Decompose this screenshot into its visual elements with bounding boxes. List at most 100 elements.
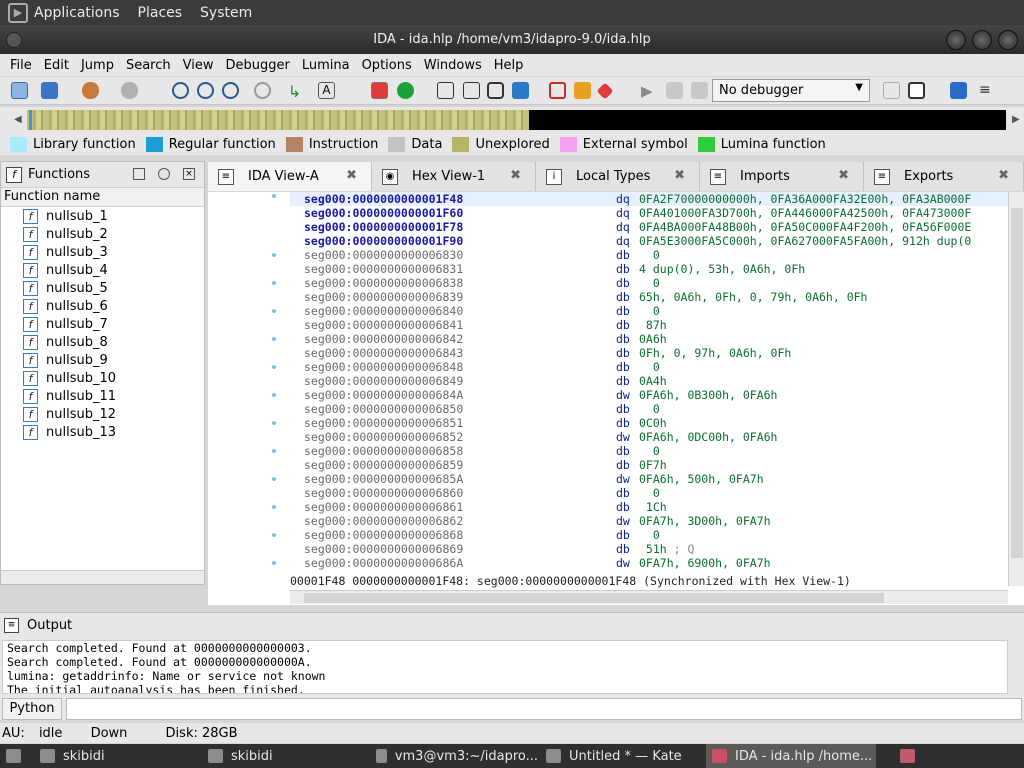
taskbar-item[interactable]: skibidi [202, 744, 362, 768]
function-list-item[interactable]: f nullsub_12 [23, 405, 204, 423]
avatar[interactable] [894, 744, 924, 768]
disassembly-vscroll[interactable] [1008, 192, 1024, 586]
stop-debug-icon[interactable] [691, 82, 708, 99]
disassembly-line[interactable]: seg000:0000000000006851 db 0C0h [290, 416, 1010, 430]
disassembly-line[interactable]: seg000:0000000000006852 dw 0FA6h, 0DC00h, … [290, 430, 1010, 444]
menu-view[interactable]: View [177, 58, 220, 73]
close-panel-icon[interactable]: × [183, 168, 195, 180]
disassembly-line[interactable]: seg000:0000000000006842 db 0A6h [290, 332, 1010, 346]
taskbar-item-active[interactable]: IDA - ida.hlp /home... [706, 744, 876, 768]
scroll-thumb[interactable] [1011, 208, 1023, 558]
code-icon[interactable] [222, 82, 239, 99]
navigation-strip[interactable] [27, 110, 1006, 130]
ascii-icon[interactable] [197, 82, 214, 99]
nav-right-icon[interactable]: ▶ [1012, 114, 1020, 125]
menu-help[interactable]: Help [488, 58, 530, 73]
tab-imports[interactable]: ≡ Imports ✖ [700, 162, 864, 191]
disassembly-line[interactable]: seg000:0000000000006839 db 65h, 0A6h, 0Fh,… [290, 290, 1010, 304]
patch-icon[interactable] [512, 82, 529, 99]
disassembly-line[interactable]: seg000:0000000000006843 db 0Fh, 0, 97h, 0A… [290, 346, 1010, 360]
text-icon[interactable]: A [318, 82, 335, 99]
pause-icon[interactable] [666, 82, 683, 99]
function-name-header[interactable]: Function name [1, 188, 204, 207]
disassembly-line[interactable]: seg000:000000000000685A dw 0FA6h, 500h, 0F… [290, 472, 1010, 486]
disassembly-line[interactable]: seg000:0000000000006860 db 0 [290, 486, 1010, 500]
disassembly-line[interactable]: seg000:0000000000006838 db 0 [290, 276, 1010, 290]
maximize-icon[interactable] [972, 30, 992, 50]
jump-arrow-icon[interactable]: ↳ [286, 82, 303, 101]
minimize-icon[interactable] [946, 30, 966, 50]
function-list-item[interactable]: f nullsub_9 [23, 351, 204, 369]
function-list-item[interactable]: f nullsub_1 [23, 207, 204, 225]
disassembly-line[interactable]: seg000:0000000000006830 db 0 [290, 248, 1010, 262]
undefine-icon[interactable] [254, 82, 271, 99]
proximity-icon[interactable] [397, 82, 414, 99]
disassembly-line[interactable]: seg000:0000000000006840 db 0 [290, 304, 1010, 318]
python-input[interactable] [66, 698, 1022, 720]
disassembly-line[interactable]: seg000:0000000000006831 db 4 dup(0), 53h, … [290, 262, 1010, 276]
function-list-item[interactable]: f nullsub_4 [23, 261, 204, 279]
play-icon[interactable]: ▶ [641, 82, 658, 100]
restore-icon[interactable] [158, 168, 170, 180]
c-icon[interactable] [883, 82, 900, 99]
c-active-icon[interactable] [908, 82, 925, 99]
places-menu[interactable]: Places [138, 5, 183, 21]
disassembly-hscroll[interactable] [290, 590, 1008, 604]
disassembly-line[interactable]: seg000:0000000000006848 db 0 [290, 360, 1010, 374]
disassembly-line[interactable]: seg000:0000000000006869 db 51h ; Q [290, 542, 1010, 556]
close-tab-icon[interactable]: ✖ [510, 168, 521, 183]
struct-icon[interactable] [487, 82, 504, 99]
menu-lumina[interactable]: Lumina [296, 58, 356, 73]
close-icon[interactable] [998, 30, 1018, 50]
close-tab-icon[interactable]: ✖ [998, 168, 1009, 183]
stop-icon[interactable] [596, 82, 614, 100]
menu-options[interactable]: Options [356, 58, 418, 73]
function-list-item[interactable]: f nullsub_8 [23, 333, 204, 351]
menu-jump[interactable]: Jump [75, 58, 120, 73]
breakpoint-icon[interactable] [549, 82, 566, 99]
function-list-item[interactable]: f nullsub_6 [23, 297, 204, 315]
disassembly-line[interactable]: seg000:0000000000006841 db 87h [290, 318, 1010, 332]
back-icon[interactable] [82, 82, 99, 99]
disassembly-line[interactable]: seg000:000000000000684A dw 0FA6h, 0B300h, … [290, 388, 1010, 402]
disassembly-line[interactable]: seg000:0000000000001F78 dq 0FA4BA000FA48B0… [290, 220, 1010, 234]
output-text[interactable]: Search completed. Found at 0000000000000… [2, 640, 1008, 694]
disassembly-line[interactable]: seg000:0000000000006850 db 0 [290, 402, 1010, 416]
names-icon[interactable] [463, 82, 480, 99]
more-icon[interactable]: ≡ [979, 82, 996, 99]
close-tab-icon[interactable]: ✖ [346, 168, 357, 183]
distro-logo-icon[interactable]: ▶ [8, 2, 28, 23]
debugger-select[interactable]: No debugger ▼ [712, 79, 870, 102]
scroll-thumb[interactable] [304, 593, 884, 603]
function-list-item[interactable]: f nullsub_11 [23, 387, 204, 405]
disassembly-line[interactable]: seg000:0000000000006849 db 0A4h [290, 374, 1010, 388]
menu-search[interactable]: Search [120, 58, 177, 73]
menu-debugger[interactable]: Debugger [219, 58, 295, 73]
disassembly-lines[interactable]: seg000:0000000000001F48 dq 0FA2F7000000000… [290, 192, 1010, 570]
edit-icon[interactable] [574, 82, 591, 99]
tab-exports[interactable]: ≡ Exports ✖ [864, 162, 1024, 191]
disassembly-line[interactable]: seg000:0000000000006861 db 1Ch [290, 500, 1010, 514]
disassembly-line[interactable]: seg000:0000000000006858 db 0 [290, 444, 1010, 458]
function-list-item[interactable]: f nullsub_7 [23, 315, 204, 333]
disassembly-line[interactable]: seg000:0000000000006868 db 0 [290, 528, 1010, 542]
close-tab-icon[interactable]: ✖ [838, 168, 849, 183]
tab-hex-view-1[interactable]: ◉ Hex View-1 ✖ [372, 162, 536, 191]
function-list-item[interactable]: f nullsub_10 [23, 369, 204, 387]
function-list-item[interactable]: f nullsub_2 [23, 225, 204, 243]
taskbar-item[interactable]: skibidi [34, 744, 194, 768]
show-desktop-icon[interactable] [0, 744, 30, 768]
function-list-item[interactable]: f nullsub_5 [23, 279, 204, 297]
taskbar-item[interactable]: Untitled * — Kate [540, 744, 704, 768]
forward-icon[interactable] [121, 82, 138, 99]
open-file-icon[interactable] [11, 82, 28, 99]
close-tab-icon[interactable]: ✖ [674, 168, 685, 183]
function-list-item[interactable]: f nullsub_3 [23, 243, 204, 261]
disassembly-line[interactable]: seg000:0000000000001F60 dq 0FA401000FA3D70… [290, 206, 1010, 220]
python-button[interactable]: Python [2, 698, 62, 720]
menu-file[interactable]: File [4, 58, 38, 73]
applications-menu[interactable]: Applications [34, 5, 120, 21]
hex-icon[interactable] [172, 82, 189, 99]
functions-hscroll[interactable] [1, 570, 204, 584]
graph-icon[interactable] [371, 82, 388, 99]
